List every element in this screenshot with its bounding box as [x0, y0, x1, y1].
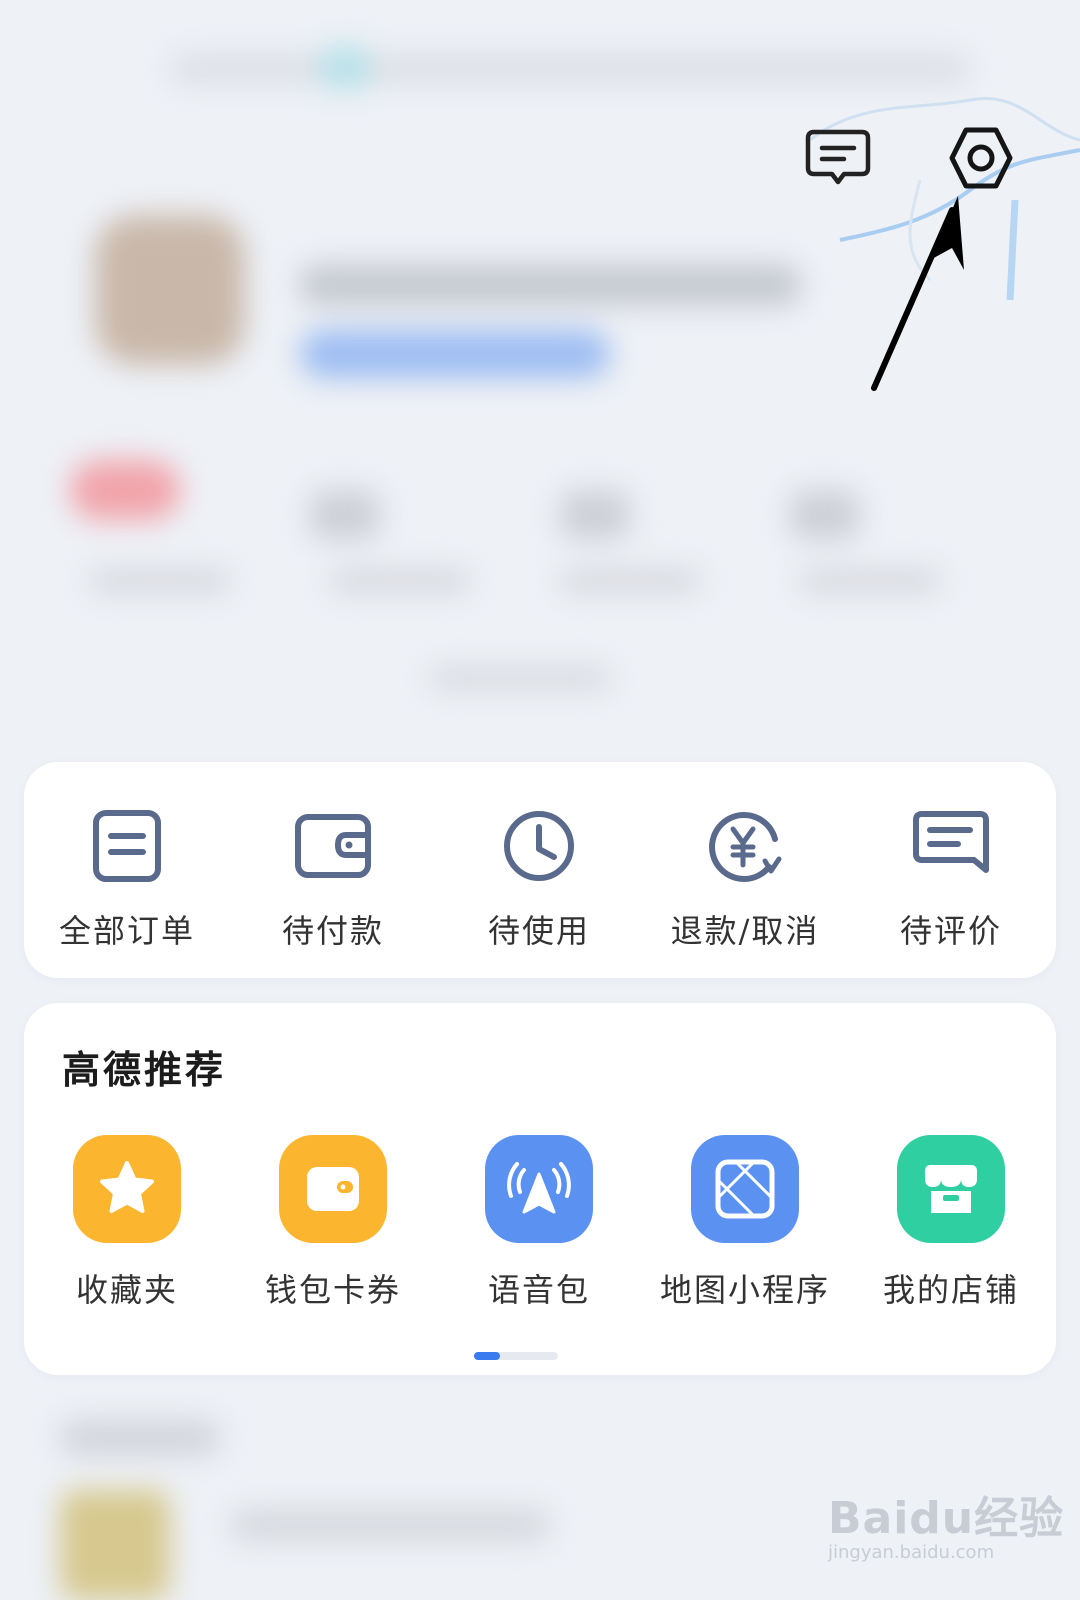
recommend-title: 高德推荐 [62, 1047, 227, 1092]
order-to-use-button[interactable]: 待使用 [436, 806, 642, 952]
favorites-label: 收藏夹 [75, 1271, 178, 1309]
order-refund-button[interactable]: 退款/取消 [642, 806, 848, 952]
map-mini-program-button[interactable]: 地图小程序 [642, 1135, 848, 1311]
message-button[interactable] [804, 128, 874, 188]
review-icon [913, 811, 989, 873]
favorites-app-icon [73, 1135, 181, 1243]
voice-nav-icon [507, 1162, 571, 1214]
baidu-watermark: Baidu经验 jingyan.baidu.com [828, 1482, 1064, 1563]
watermark-logo: Baidu经验 [828, 1493, 1065, 1544]
store-icon [925, 1165, 977, 1213]
map-mini-program-icon [715, 1159, 775, 1219]
message-icon [805, 129, 871, 185]
order-pending-payment-label: 待付款 [281, 912, 384, 950]
star-icon [100, 1161, 154, 1213]
wallet-coupons-app-icon [279, 1135, 387, 1243]
voice-pack-label: 语音包 [487, 1271, 590, 1309]
order-refund-label: 退款/取消 [670, 912, 820, 950]
recommend-card: 高德推荐 收藏夹 钱包卡券 语音包 地图小程序 我的店铺 [24, 1003, 1056, 1375]
order-pending-payment-button[interactable]: 待付款 [230, 806, 436, 952]
wallet-icon [295, 814, 371, 878]
orders-card: 全部订单 待付款 待使用 退款/取消 待评价 [24, 762, 1056, 978]
voice-pack-button[interactable]: 语音包 [436, 1135, 642, 1311]
wallet-coupons-label: 钱包卡券 [264, 1271, 401, 1309]
refund-yen-icon [709, 812, 782, 882]
map-mini-program-app-icon [691, 1135, 799, 1243]
my-store-button[interactable]: 我的店铺 [848, 1135, 1054, 1311]
order-all-button[interactable]: 全部订单 [24, 806, 230, 952]
favorites-button[interactable]: 收藏夹 [24, 1135, 230, 1311]
map-mini-program-label: 地图小程序 [659, 1271, 830, 1309]
page-indicator [474, 1352, 558, 1360]
wallet-coupons-button[interactable]: 钱包卡券 [230, 1135, 436, 1311]
wallet-icon [307, 1167, 359, 1211]
annotation-arrow [871, 196, 964, 391]
voice-pack-app-icon [485, 1135, 593, 1243]
order-to-review-label: 待评价 [899, 912, 1002, 950]
settings-icon [949, 127, 1013, 189]
order-to-review-button[interactable]: 待评价 [848, 806, 1054, 952]
order-to-use-label: 待使用 [487, 912, 590, 950]
order-all-label: 全部订单 [58, 912, 195, 950]
order-list-icon [93, 810, 161, 882]
my-store-label: 我的店铺 [882, 1271, 1019, 1309]
my-store-app-icon [897, 1135, 1005, 1243]
page-indicator-active [474, 1352, 500, 1360]
clock-icon [504, 811, 574, 881]
settings-button[interactable] [948, 126, 1014, 190]
